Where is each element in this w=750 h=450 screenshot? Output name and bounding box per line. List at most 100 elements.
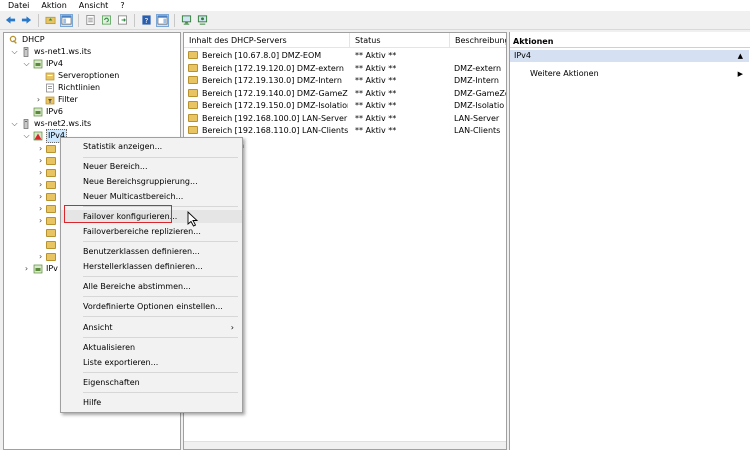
chevron-right-icon[interactable]: › bbox=[39, 205, 46, 213]
scope-row[interactable]: Bereich [172.19.150.0] DMZ-Isolation ** A… bbox=[184, 100, 506, 112]
action-label: Weitere Aktionen bbox=[530, 69, 599, 78]
ipv6-icon bbox=[32, 264, 43, 274]
chevron-right-icon[interactable]: › bbox=[39, 193, 46, 201]
tree-node-serveroptionen[interactable]: Serveroptionen bbox=[43, 70, 119, 82]
chevron-down-icon[interactable]: ⌵ bbox=[10, 46, 19, 58]
forward-arrow-icon[interactable] bbox=[20, 14, 33, 27]
scope-row[interactable]: Bereich [192.168.100.0] LAN-Server ** Akt… bbox=[184, 113, 506, 125]
scope-status: ** Aktiv ** bbox=[355, 113, 397, 123]
actions-header: Aktionen bbox=[510, 35, 750, 48]
folder-icon bbox=[46, 217, 56, 225]
menu-item-statistik[interactable]: Statistik anzeigen... bbox=[61, 140, 242, 153]
console-tree-icon[interactable] bbox=[60, 13, 73, 27]
horizontal-scrollbar[interactable] bbox=[184, 441, 506, 449]
chevron-right-icon[interactable]: › bbox=[39, 217, 46, 225]
menu-item-vordefinierte-optionen[interactable]: Vordefinierte Optionen einstellen... bbox=[61, 300, 242, 313]
menu-item-eigenschaften[interactable]: Eigenschaften bbox=[61, 376, 242, 389]
scope-row[interactable]: Bereich [10.67.8.0] DMZ-EOM ** Aktiv ** bbox=[184, 50, 506, 62]
chevron-right-icon[interactable]: › bbox=[34, 94, 43, 106]
chevron-down-icon[interactable]: ⌵ bbox=[22, 58, 31, 70]
menu-item-hilfe[interactable]: Hilfe bbox=[61, 396, 242, 409]
export-list-icon[interactable] bbox=[116, 14, 129, 27]
column-header-status[interactable]: Status bbox=[350, 33, 450, 48]
menu-item-neuer-bereich[interactable]: Neuer Bereich... bbox=[61, 160, 242, 173]
scope-status: ** Aktiv ** bbox=[355, 51, 397, 60]
menu-item-alle-bereiche-abstimmen[interactable]: Alle Bereiche abstimmen... bbox=[61, 280, 242, 293]
menu-item-benutzerklassen[interactable]: Benutzerklassen definieren... bbox=[61, 245, 242, 258]
tree-node-server1[interactable]: ⌵ ws-net1.ws.its bbox=[10, 46, 91, 58]
tree-node-server2-ipv6[interactable]: › IPv bbox=[22, 263, 58, 275]
scope-status: ** Aktiv ** bbox=[355, 126, 397, 135]
collapse-up-icon[interactable]: ▲ bbox=[738, 50, 743, 62]
scope-name: Bereich [10.67.8.0] DMZ-EOM bbox=[202, 51, 322, 60]
properties-icon[interactable] bbox=[84, 14, 97, 27]
scope-name: Bereich [192.168.110.0] LAN-Clients bbox=[202, 126, 348, 135]
menu-item-herstellerklassen[interactable]: Herstellerklassen definieren... bbox=[61, 260, 242, 273]
column-header-description[interactable]: Beschreibung bbox=[450, 33, 506, 48]
menu-item-neue-bereichsgruppierung[interactable]: Neue Bereichsgruppierung... bbox=[61, 175, 242, 188]
menu-datei[interactable]: Datei bbox=[8, 0, 29, 11]
back-arrow-icon[interactable] bbox=[4, 14, 17, 27]
chevron-right-icon[interactable]: › bbox=[39, 157, 46, 165]
menu-item-neuer-multicastbereich[interactable]: Neuer Multicastbereich... bbox=[61, 190, 242, 203]
help-icon[interactable]: ? bbox=[140, 14, 153, 27]
menu-aktion[interactable]: Aktion bbox=[41, 0, 66, 11]
scope-description bbox=[454, 50, 506, 62]
chevron-right-icon[interactable]: › bbox=[39, 169, 46, 177]
menu-item-aktualisieren[interactable]: Aktualisieren bbox=[61, 341, 242, 354]
scope-description: LAN-Clients bbox=[454, 126, 501, 135]
tree-node-server1-ipv4[interactable]: ⌵ IPv4 bbox=[22, 58, 63, 70]
svg-text:?: ? bbox=[145, 16, 149, 25]
action-weitere-aktionen[interactable]: Weitere Aktionen ▶ bbox=[530, 68, 749, 80]
scope-description: DMZ-Intern bbox=[454, 76, 499, 85]
toolbar-separator bbox=[38, 13, 39, 27]
scope-folder-icon bbox=[188, 63, 198, 72]
tree-label: DHCP bbox=[22, 35, 45, 44]
monitor-icon[interactable] bbox=[180, 14, 193, 27]
refresh-icon[interactable] bbox=[100, 14, 113, 27]
menu-ansicht[interactable]: Ansicht bbox=[79, 0, 109, 11]
column-header-name[interactable]: Inhalt des DHCP-Servers bbox=[184, 33, 350, 48]
scope-row[interactable]: Bereich [172.19.120.0] DMZ-extern ** Akti… bbox=[184, 63, 506, 75]
scope-folder-icon bbox=[188, 51, 198, 59]
mmc-dhcp-window: Datei Aktion Ansicht ? ? DHCP ⌵ ws-net1.… bbox=[0, 0, 750, 450]
folder-icon bbox=[46, 229, 56, 237]
menu-item-failoverbereiche-replizieren[interactable]: Failoverbereiche replizieren... bbox=[61, 225, 242, 238]
folder-icon bbox=[46, 145, 56, 153]
tree-label: IPv bbox=[46, 264, 58, 273]
menu-item-liste-exportieren[interactable]: Liste exportieren... bbox=[61, 356, 242, 369]
toolbar-separator bbox=[78, 13, 79, 27]
chevron-down-icon[interactable]: ⌵ bbox=[10, 118, 19, 130]
network-monitor-icon[interactable] bbox=[196, 14, 209, 27]
scope-folder-icon bbox=[188, 113, 198, 122]
submenu-arrow-icon: ▶ bbox=[737, 70, 743, 78]
scope-name: Bereich [172.19.120.0] DMZ-extern bbox=[202, 63, 344, 73]
tree-node-richtlinien[interactable]: Richtlinien bbox=[43, 82, 100, 94]
menu-separator bbox=[83, 372, 238, 373]
toolbar: ? bbox=[0, 11, 750, 30]
scope-name-cell: Bereich [192.168.110.0] LAN-Clients bbox=[188, 125, 348, 137]
actions-section-ipv4[interactable]: IPv4 ▲ bbox=[510, 50, 749, 62]
toolbar-separator bbox=[174, 13, 175, 27]
scope-row[interactable]: Bereich [192.168.110.0] LAN-Clients ** Ak… bbox=[184, 125, 506, 137]
scope-row[interactable]: Bereich [172.19.140.0] DMZ-GameZone ** Ak… bbox=[184, 88, 506, 100]
chevron-right-icon[interactable]: › bbox=[39, 145, 46, 153]
tree-node-filter[interactable]: › Filter bbox=[34, 94, 78, 106]
menu-item-ansicht[interactable]: Ansicht › bbox=[61, 321, 242, 334]
server-icon bbox=[20, 47, 31, 57]
folder-up-icon[interactable] bbox=[44, 14, 57, 27]
tree-node-server1-ipv6[interactable]: IPv6 bbox=[31, 106, 63, 118]
chevron-right-icon[interactable]: › bbox=[39, 253, 46, 261]
menu-item-failover-konfigurieren[interactable]: Failover konfigurieren... bbox=[61, 210, 242, 223]
chevron-right-icon[interactable]: › bbox=[39, 181, 46, 189]
menu-help[interactable]: ? bbox=[120, 0, 124, 11]
chevron-down-icon[interactable]: ⌵ bbox=[22, 130, 31, 142]
tree-label: IPv6 bbox=[46, 107, 64, 116]
scope-row[interactable]: Bereich [172.19.130.0] DMZ-Intern ** Akti… bbox=[184, 75, 506, 87]
tree-node-dhcp[interactable]: DHCP bbox=[7, 34, 45, 46]
scope-description: DMZ-extern bbox=[454, 63, 502, 73]
server-options-icon bbox=[44, 71, 55, 81]
context-menu: Statistik anzeigen... Neuer Bereich... N… bbox=[60, 137, 243, 413]
chevron-right-icon[interactable]: › bbox=[22, 263, 31, 275]
show-hide-action-pane-icon[interactable] bbox=[156, 13, 169, 27]
